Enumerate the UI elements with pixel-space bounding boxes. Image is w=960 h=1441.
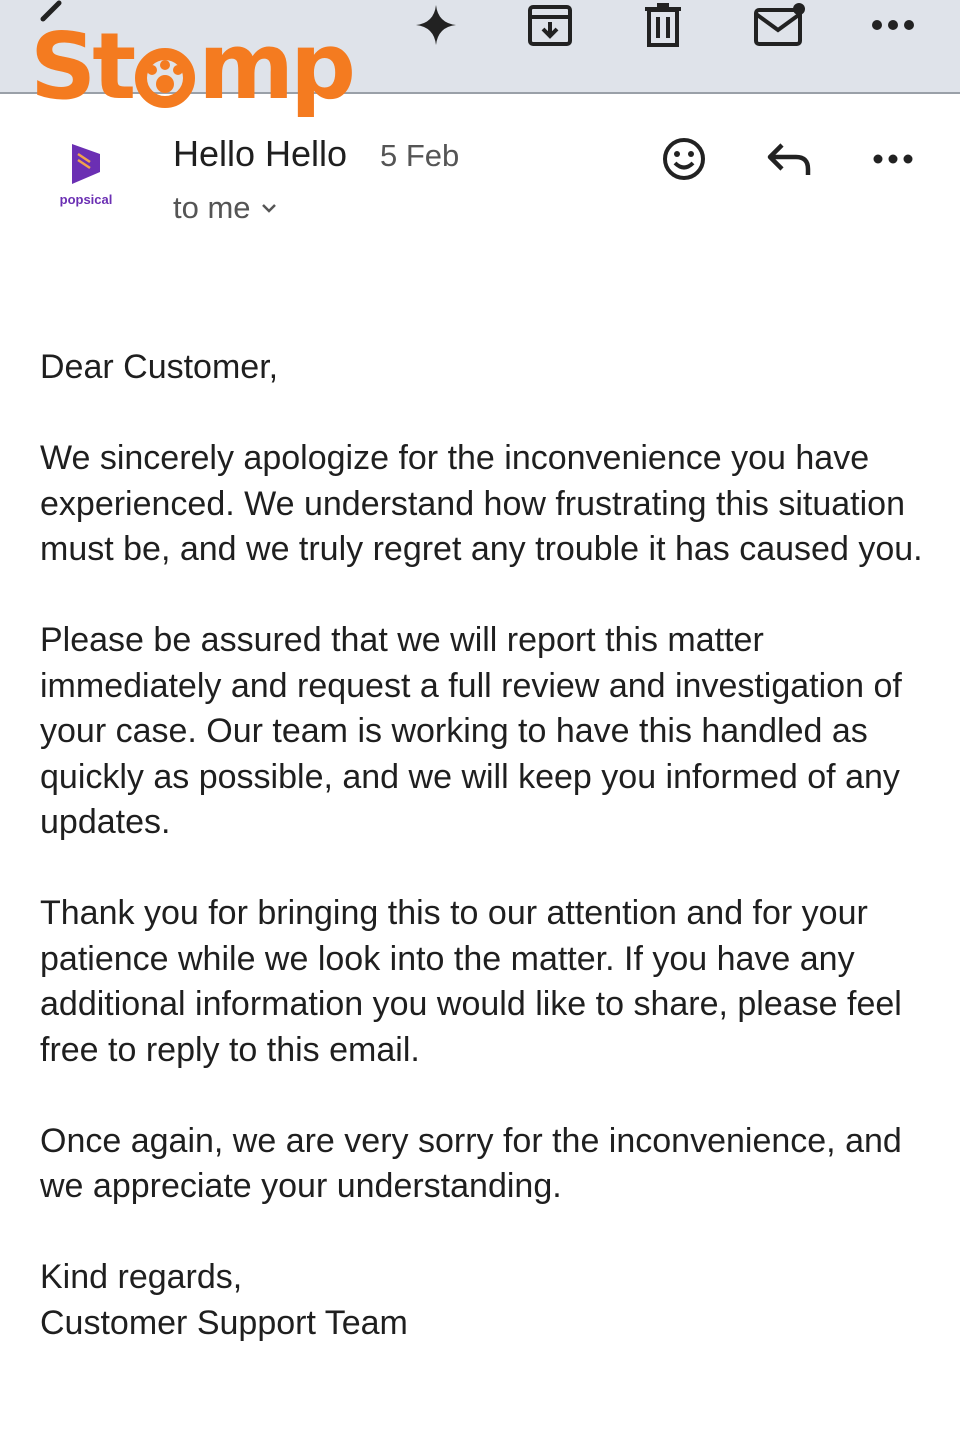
more-icon[interactable] <box>868 0 918 50</box>
paragraph-4: Once again, we are very sorry for the in… <box>40 1121 902 1206</box>
recipient-toggle[interactable]: to me <box>173 190 277 226</box>
sparkle-icon[interactable] <box>412 0 460 50</box>
chevron-down-icon <box>261 204 276 213</box>
trash-icon[interactable] <box>640 0 686 50</box>
paragraph-2: Please be assured that we will report th… <box>40 621 902 841</box>
reply-icon[interactable] <box>764 134 814 184</box>
recipient-label: to me <box>173 190 251 225</box>
popsical-logo-icon <box>72 144 100 184</box>
greeting: Dear Customer, <box>40 348 279 386</box>
paragraph-1: We sincerely apologize for the inconveni… <box>40 439 923 568</box>
logo-text-left: St <box>30 13 136 120</box>
emoji-icon[interactable] <box>660 134 708 184</box>
email-body: Dear Customer, We sincerely apologize fo… <box>40 345 930 1346</box>
sender-name: Hello Hello <box>173 133 348 174</box>
email-date: 5 Feb <box>380 138 460 173</box>
stomp-watermark-logo: St mp <box>30 13 356 120</box>
signoff: Kind regards, <box>40 1258 243 1296</box>
archive-icon[interactable] <box>524 0 576 50</box>
paw-icon <box>130 32 200 108</box>
signature: Customer Support Team <box>40 1303 408 1342</box>
mark-unread-icon[interactable] <box>752 0 808 50</box>
more-options-icon[interactable] <box>870 134 916 184</box>
logo-text-right: mp <box>198 13 356 120</box>
paragraph-3: Thank you for bringing this to our atten… <box>40 894 902 1069</box>
avatar-label: popsical <box>59 192 113 207</box>
sender-avatar[interactable]: popsical <box>50 140 122 220</box>
